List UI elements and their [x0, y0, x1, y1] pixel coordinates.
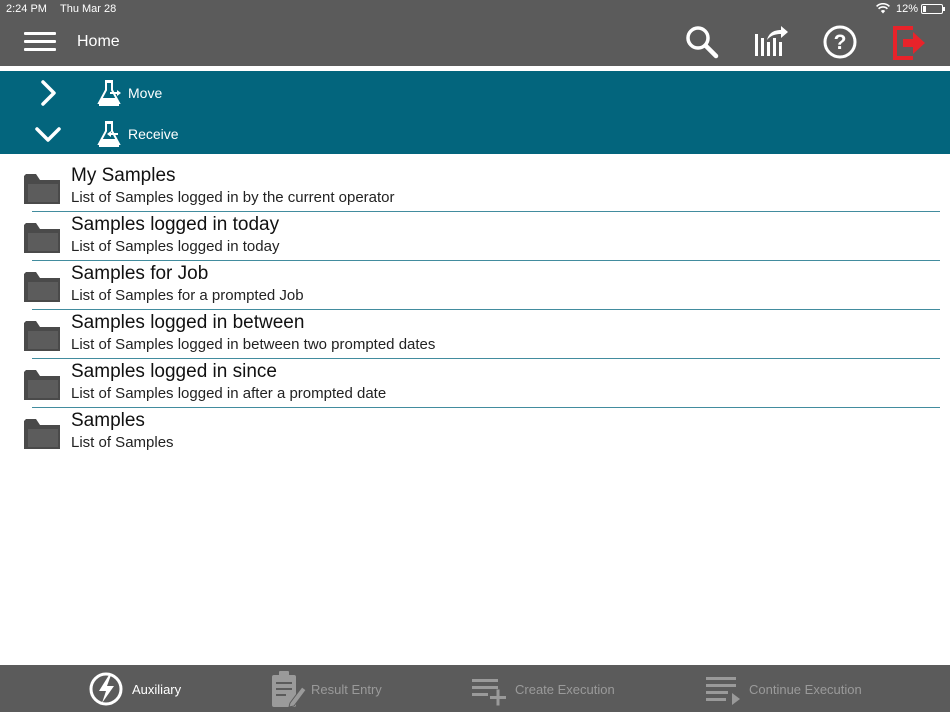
wifi-icon	[876, 2, 890, 17]
folder-icon	[24, 370, 60, 400]
tab-continue-execution-label: Continue Execution	[749, 682, 862, 697]
list-item-my-samples[interactable]: My Samples List of Samples logged in by …	[0, 154, 950, 212]
folder-icon	[24, 223, 60, 253]
tab-auxiliary-label: Auxiliary	[132, 682, 182, 697]
flask-move-icon	[97, 80, 121, 106]
chevron-right-icon[interactable]	[34, 79, 62, 107]
list-play-icon	[706, 677, 740, 705]
report-export-icon[interactable]	[753, 24, 789, 60]
battery-icon	[921, 4, 945, 14]
tab-create-execution-label: Create Execution	[515, 682, 615, 697]
list-item-description: List of Samples	[71, 434, 174, 451]
svg-text:?: ?	[834, 31, 847, 54]
menu-button[interactable]	[24, 30, 56, 54]
list-item-samples-since[interactable]: Samples logged in since List of Samples …	[0, 350, 950, 408]
list-item-samples-between[interactable]: Samples logged in between List of Sample…	[0, 301, 950, 359]
help-icon[interactable]: ?	[822, 24, 858, 60]
logout-icon[interactable]	[891, 24, 927, 60]
status-bar: 2:24 PM Thu Mar 28 12%	[0, 0, 950, 18]
move-label: Move	[128, 85, 163, 101]
search-icon[interactable]	[684, 24, 720, 60]
list-item-title: Samples logged in today	[71, 214, 280, 235]
tab-result-entry-label: Result Entry	[311, 682, 382, 697]
bottom-tab-bar: Auxiliary Result Entry Create Execution …	[0, 665, 950, 712]
lightning-icon	[89, 672, 123, 706]
list-item-title: My Samples	[71, 165, 176, 186]
move-action[interactable]: Move	[0, 73, 950, 113]
flask-receive-icon	[97, 121, 121, 147]
chevron-down-icon[interactable]	[34, 120, 62, 148]
list-item-samples-for-job[interactable]: Samples for Job List of Samples for a pr…	[0, 252, 950, 310]
folder-icon	[24, 321, 60, 351]
battery-percent: 12%	[896, 3, 919, 15]
top-bar: 2:24 PM Thu Mar 28 12% Home ?	[0, 0, 950, 66]
page-title: Home	[77, 33, 120, 50]
list-add-icon	[472, 679, 506, 706]
list-item-samples-today[interactable]: Samples logged in today List of Samples …	[0, 203, 950, 261]
receive-label: Receive	[128, 126, 179, 142]
status-date: Thu Mar 28	[60, 3, 117, 15]
status-time: 2:24 PM	[6, 3, 47, 15]
list-item-title: Samples logged in since	[71, 361, 277, 382]
folder-icon	[24, 419, 60, 449]
action-panel: Move Receive	[0, 71, 950, 154]
list-item-title: Samples for Job	[71, 263, 209, 284]
clipboard-edit-icon	[272, 671, 307, 708]
folder-icon	[24, 272, 60, 302]
folder-icon	[24, 174, 60, 204]
list-item-title: Samples logged in between	[71, 312, 305, 333]
list-item-title: Samples	[71, 410, 145, 431]
list-item-samples[interactable]: Samples List of Samples	[0, 399, 950, 451]
receive-action[interactable]: Receive	[0, 114, 950, 154]
